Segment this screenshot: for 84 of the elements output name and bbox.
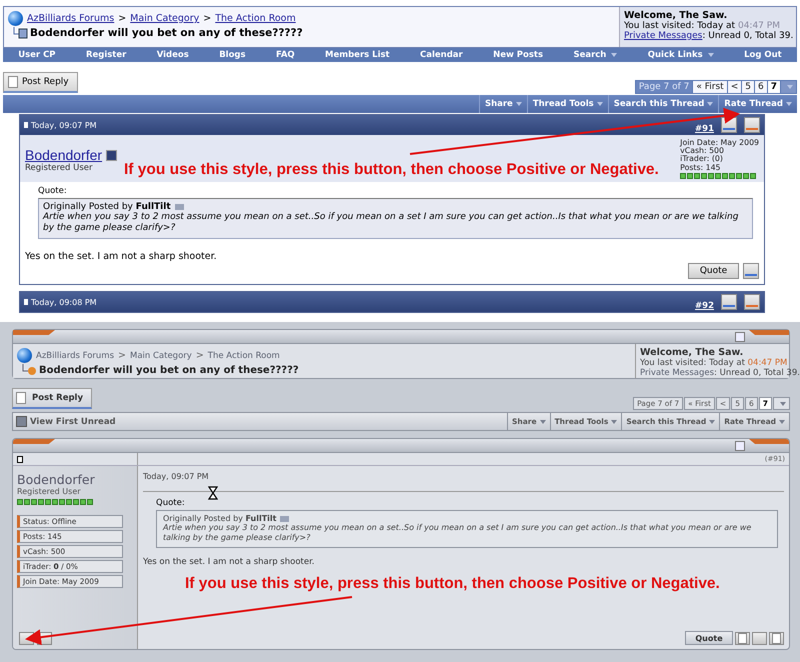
breadcrumb-link[interactable]: The Action Room xyxy=(215,13,296,24)
caret-icon xyxy=(708,53,714,57)
post-icon xyxy=(24,122,28,128)
reputation-button[interactable] xyxy=(721,294,737,310)
page-menu-button[interactable] xyxy=(773,397,790,410)
post-reply-button[interactable]: Post Reply xyxy=(3,72,78,93)
breadcrumb-link[interactable]: The Action Room xyxy=(208,350,280,360)
post-message: Yes on the set. I am not a sharp shooter. xyxy=(25,251,218,262)
user-title: Registered User xyxy=(25,163,94,173)
post-date: Today, 09:07 PM xyxy=(143,472,784,492)
breadcrumb-separator: > xyxy=(118,350,126,361)
post-number-link[interactable]: #91 xyxy=(695,124,714,135)
globe-icon xyxy=(17,348,32,363)
first-page-link[interactable]: « First xyxy=(693,81,727,93)
nav-link[interactable]: New Posts xyxy=(493,50,544,60)
nav-link[interactable]: Log Out xyxy=(744,50,782,60)
quote-button[interactable]: Quote xyxy=(688,263,739,280)
previous-page-link[interactable]: < xyxy=(728,81,742,93)
breadcrumb-separator: > xyxy=(118,13,126,24)
multi-quote-button[interactable] xyxy=(743,263,759,280)
quote-label: Quote: xyxy=(156,498,186,508)
nav-link[interactable]: Search xyxy=(573,50,618,60)
quote-source: Originally Posted by FullTilt xyxy=(43,202,171,212)
annotation-text: If you use this style, press this button, then choose Positive or Negative. xyxy=(185,575,720,593)
username-link[interactable]: Bodendorfer xyxy=(25,147,102,163)
post-date: Today, 09:08 PM xyxy=(31,298,97,307)
nav-link[interactable]: Calendar xyxy=(420,50,463,60)
thread-tool-menu[interactable]: Thread Tools xyxy=(526,95,608,113)
collapse-button[interactable] xyxy=(735,440,745,450)
user-title: Registered User xyxy=(17,487,82,496)
hourglass-cursor-icon xyxy=(208,486,218,500)
post-number-link[interactable]: #92 xyxy=(695,301,714,312)
nav-link[interactable]: FAQ xyxy=(276,50,295,60)
last-visited-time: 04:47 PM xyxy=(748,358,788,368)
welcome-text: Welcome, The Saw. xyxy=(624,10,728,21)
document-icon xyxy=(8,76,18,88)
nav-link[interactable]: Blogs xyxy=(219,50,246,60)
welcome-text: Welcome, The Saw. xyxy=(640,347,744,358)
breadcrumb-link[interactable]: AzBilliards Forums xyxy=(36,350,114,360)
message-counts: : Unread 0, Total 39. xyxy=(714,368,800,378)
multi-quote-button[interactable] xyxy=(752,632,767,644)
breadcrumb-link[interactable]: Main Category xyxy=(130,13,200,24)
breadcrumb-link[interactable]: AzBilliards Forums xyxy=(27,13,114,24)
nav-link[interactable]: Videos xyxy=(156,50,189,60)
thread-tool-menu[interactable]: Rate Thread xyxy=(718,95,797,113)
globe-icon xyxy=(8,11,23,26)
quote-text: Artie when you say 3 to 2 most assume you mean on a set..So if you mean on a set I am sure you can get action..Is that what you mean or are we talking by the game please clarify>? xyxy=(163,523,752,544)
quote-text: Artie when you say 3 to 2 most assume you mean on a set..So if you mean on a set I am sure you can get action..Is that what you mean or are we talking by the game please clarify>? xyxy=(43,212,740,236)
post-icon xyxy=(17,456,23,462)
annotation-text: If you use this style, press this button, then choose Positive or Negative. xyxy=(124,161,659,179)
last-visited-text: You last visited: Today at xyxy=(640,358,745,368)
breadcrumb-separator: > xyxy=(203,13,212,24)
breadcrumb-link[interactable]: Main Category xyxy=(130,350,192,360)
nav-link[interactable]: User CP xyxy=(18,50,56,60)
page-link[interactable]: 6 xyxy=(755,81,767,93)
thread-title: Bodendorfer will you bet on any of these????? xyxy=(39,364,299,376)
document-icon xyxy=(16,392,26,404)
nav-link[interactable]: Register xyxy=(86,50,126,60)
post-icon xyxy=(24,299,28,306)
caret-icon xyxy=(611,53,618,57)
last-visited-time: 04:47 PM xyxy=(738,21,780,31)
page-link[interactable]: 7 xyxy=(768,81,780,93)
post-message: Yes on the set. I am not a sharp shooter. xyxy=(143,556,316,567)
thread-title: Bodendorfer will you bet on any of these????? xyxy=(30,27,303,39)
message-counts: : Unread 0, Total 39. xyxy=(702,31,794,41)
breadcrumb-separator: > xyxy=(196,350,204,361)
report-button[interactable] xyxy=(744,294,760,310)
page-count: Page 7 of 7 xyxy=(636,81,692,93)
username-link[interactable]: Bodendorfer xyxy=(17,472,133,487)
private-messages-link[interactable]: Private Messages xyxy=(640,368,714,378)
quote-button[interactable]: Quote xyxy=(685,631,733,645)
post-reply-button[interactable]: Post Reply xyxy=(12,388,92,409)
quote-source: Originally Posted by FullTilt xyxy=(163,514,276,523)
nav-link[interactable]: Quick Links xyxy=(648,50,714,60)
quote-label: Quote: xyxy=(38,186,68,196)
thread-tool-menu[interactable]: Search this Thread xyxy=(608,95,718,113)
post-date: Today, 09:07 PM xyxy=(31,120,97,130)
private-messages-link[interactable]: Private Messages xyxy=(624,31,702,41)
thread-tool-menu[interactable]: Share xyxy=(478,95,527,113)
page-link[interactable]: 5 xyxy=(742,81,754,93)
view-first-unread-link[interactable]: View First Unread xyxy=(13,413,119,430)
nav-link[interactable]: Members List xyxy=(325,50,390,60)
collapse-button[interactable] xyxy=(735,332,745,342)
last-visited-text: You last visited: Today at xyxy=(624,21,736,31)
